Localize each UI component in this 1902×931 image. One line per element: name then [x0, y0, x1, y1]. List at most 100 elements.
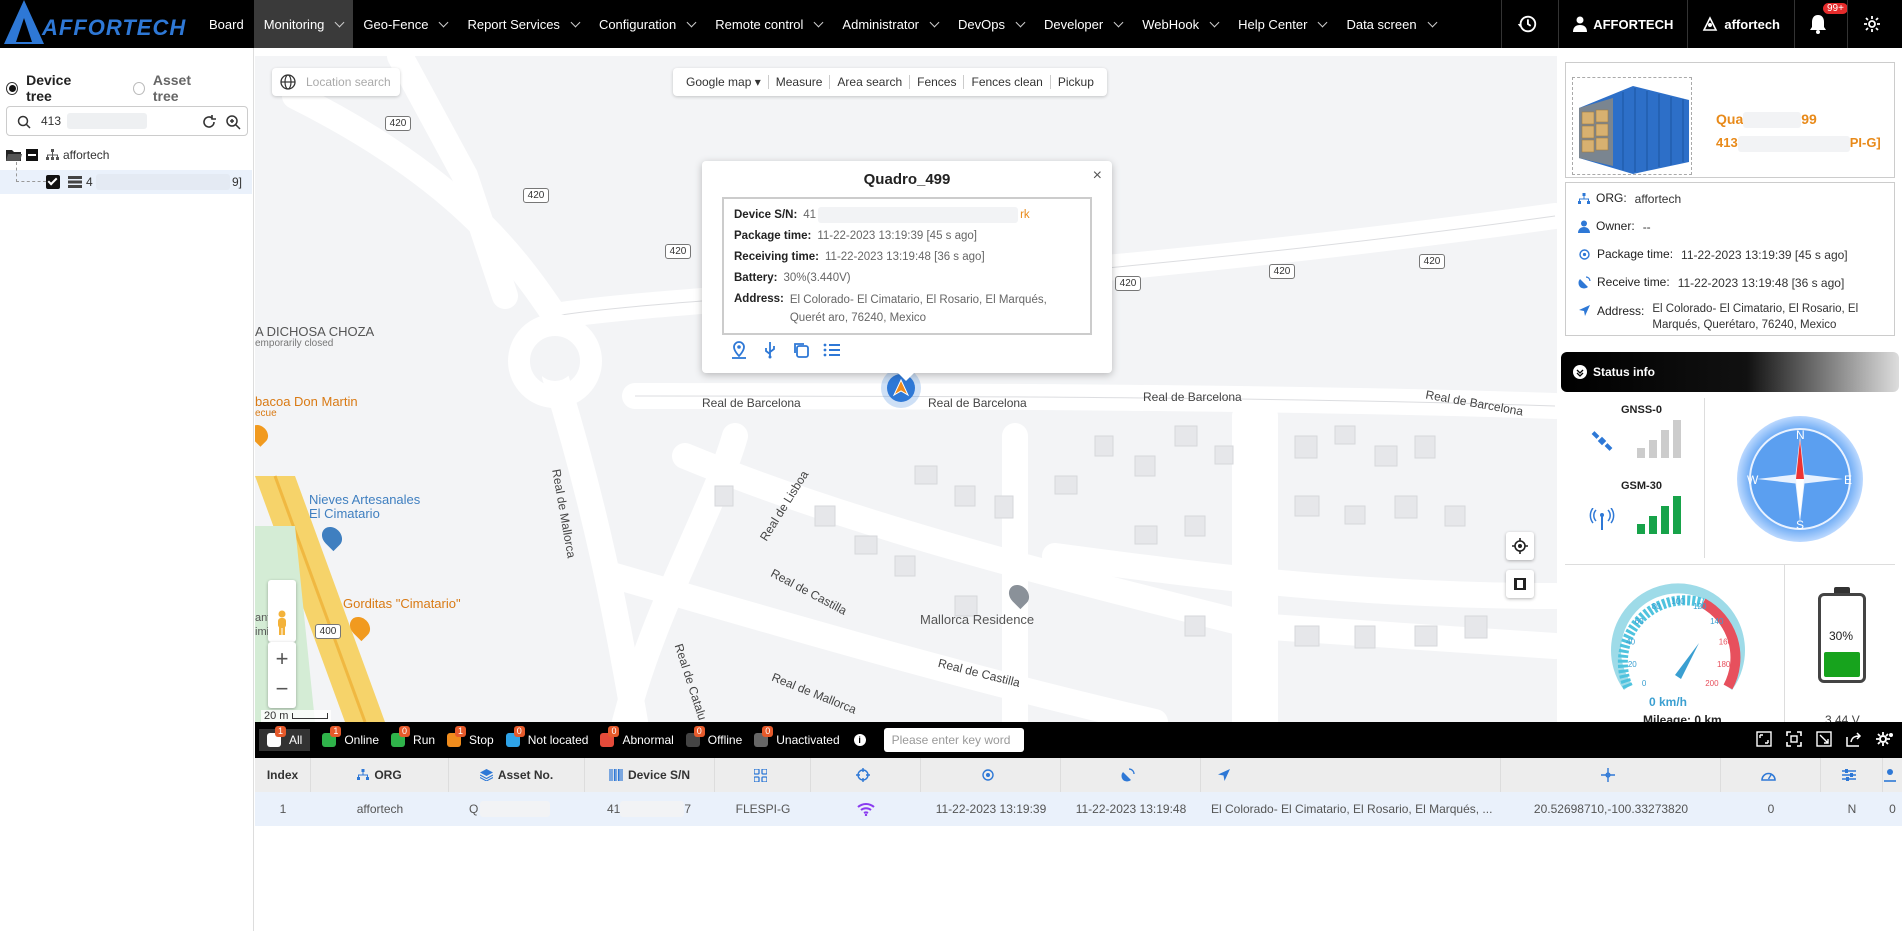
usb-command-icon[interactable]: [761, 341, 779, 362]
filter-offline[interactable]: 0 Offline: [685, 726, 742, 747]
history-button[interactable]: [1501, 0, 1558, 48]
map-toolbar: Google map ▾ Measure Area search Fences …: [673, 68, 1107, 96]
tree-node-device[interactable]: 4 9]: [0, 162, 252, 194]
nav-item-configuration[interactable]: Configuration: [589, 0, 705, 48]
fullscreen-icon[interactable]: [1786, 731, 1802, 750]
th-address[interactable]: [1201, 758, 1501, 792]
poi-sublabel: ecue: [255, 408, 277, 419]
device-tree-radio[interactable]: [6, 81, 19, 95]
nav-item-board[interactable]: Board: [199, 0, 254, 48]
tree-node-root[interactable]: affortech: [6, 148, 109, 162]
cell-index: 1: [279, 802, 287, 816]
pickup-tool[interactable]: Pickup: [1051, 75, 1101, 89]
area-search-tool[interactable]: Area search: [830, 75, 911, 89]
zoom-controls: + −: [268, 642, 296, 708]
tree-search-input[interactable]: 413: [6, 106, 248, 136]
compass-east: E: [1844, 473, 1853, 487]
collapse-icon[interactable]: [1816, 731, 1832, 750]
user-org-menu[interactable]: AFFORTECH: [1558, 0, 1687, 48]
owner-user-icon: [1578, 220, 1590, 233]
settings-button[interactable]: [1847, 0, 1902, 48]
th-coordinates[interactable]: [1501, 758, 1721, 792]
filter-count: 1: [330, 726, 342, 737]
nav-right-area: AFFORTECH affortech 99+: [1501, 0, 1902, 48]
chevron-down-icon: [334, 17, 345, 27]
th-receive-time[interactable]: [1061, 758, 1201, 792]
list-details-icon[interactable]: [823, 341, 841, 362]
nav-item-webhook[interactable]: WebHook: [1132, 0, 1228, 48]
zoom-search-icon[interactable]: [225, 114, 241, 130]
fences-clean-tool[interactable]: Fences clean: [964, 75, 1051, 89]
th-package-time[interactable]: [921, 758, 1061, 792]
export-icon[interactable]: [1846, 731, 1862, 750]
nav-item-geo-fence[interactable]: Geo-Fence: [353, 0, 457, 48]
nav-item-help-center[interactable]: Help Center: [1228, 0, 1336, 48]
copy-icon[interactable]: [792, 341, 810, 362]
asset-tree-label[interactable]: Asset tree: [153, 72, 215, 104]
refresh-icon[interactable]: [201, 114, 217, 130]
th-direction[interactable]: [1821, 758, 1883, 792]
column-settings-gear-icon[interactable]: [1876, 731, 1894, 750]
cell-device-sn[interactable]: 41 7: [585, 792, 715, 826]
nav-item-data-screen[interactable]: Data screen: [1336, 0, 1445, 48]
zoom-out-button[interactable]: −: [268, 675, 296, 708]
asset-tree-radio[interactable]: [132, 81, 145, 95]
status-info-header[interactable]: Status info: [1561, 352, 1899, 392]
chevron-down-icon: [1318, 17, 1328, 27]
route-shield: 400: [315, 624, 341, 639]
nav-item-monitoring[interactable]: Monitoring: [253, 0, 354, 48]
brand-logo[interactable]: AFFORTECH: [0, 0, 200, 48]
redacted-text: [67, 113, 148, 129]
notifications-button[interactable]: 99+: [1794, 0, 1848, 48]
filter-label: Not located: [527, 733, 589, 747]
map-type-select[interactable]: Google map ▾: [679, 75, 769, 89]
device-tree-label[interactable]: Device tree: [26, 72, 95, 104]
th-org[interactable]: ORG: [311, 758, 449, 792]
device-checkbox[interactable]: [46, 175, 60, 189]
map-view[interactable]: 420 420 420 420 420 420 400 Real de Barc…: [255, 56, 1557, 722]
filter-run[interactable]: 0 Run: [391, 726, 435, 747]
cell-asset-no[interactable]: Q: [449, 792, 585, 826]
measure-tool[interactable]: Measure: [769, 75, 831, 89]
th-asset-no[interactable]: Asset No.: [449, 758, 585, 792]
th-device-sn[interactable]: Device S/N: [585, 758, 715, 792]
th-more[interactable]: [1883, 758, 1902, 792]
filter-stop[interactable]: 1 Stop: [447, 726, 494, 747]
zoom-in-button[interactable]: +: [268, 642, 296, 675]
brand-name: AFFORTECH: [42, 15, 187, 40]
table-row[interactable]: 1 affortech Q 41 7 FLESPI-G 11-22-2023 13…: [255, 792, 1902, 826]
th-protocol[interactable]: [715, 758, 811, 792]
th-online-status[interactable]: [811, 758, 921, 792]
filter-unactivated[interactable]: 0 Unactivated: [754, 726, 840, 747]
map-layer-button[interactable]: [1506, 570, 1534, 598]
compass-west: W: [1747, 473, 1759, 487]
popup-close-button[interactable]: ×: [1093, 167, 1102, 185]
user-org-label: AFFORTECH: [1593, 16, 1674, 32]
filter-not-located[interactable]: 0 Not located: [505, 726, 589, 747]
asset-image[interactable]: [1572, 77, 1692, 175]
street-view-pegman-icon[interactable]: [268, 580, 296, 642]
speed-tick-label: 100: [1671, 597, 1685, 606]
filter-all[interactable]: 1 All: [259, 726, 311, 751]
nav-item-report-services[interactable]: Report Services: [457, 0, 588, 48]
nav-item-remote-control[interactable]: Remote control: [705, 0, 832, 48]
locate-pin-icon[interactable]: [730, 341, 748, 362]
filter-abnormal[interactable]: 0 Abnormal: [600, 726, 674, 747]
collapse-toggle-icon[interactable]: [26, 149, 38, 161]
status-color-icon: 0: [505, 726, 525, 747]
info-icon[interactable]: i: [853, 734, 866, 746]
filter-online[interactable]: 1 Online: [322, 726, 379, 747]
th-speed[interactable]: [1721, 758, 1821, 792]
nav-item-administrator[interactable]: Administrator: [832, 0, 948, 48]
keyword-search-input[interactable]: Please enter key word: [883, 728, 1024, 752]
poi-label: Mallorca Residence: [920, 612, 1035, 627]
nav-item-developer[interactable]: Developer: [1034, 0, 1132, 48]
tree-root-label: affortech: [63, 148, 110, 162]
location-search-input[interactable]: Location search: [272, 68, 400, 96]
th-index[interactable]: Index: [255, 758, 311, 792]
fit-view-icon[interactable]: [1756, 731, 1772, 750]
user-account-menu[interactable]: affortech: [1687, 0, 1794, 48]
nav-item-devops[interactable]: DevOps: [948, 0, 1034, 48]
my-location-button[interactable]: [1506, 532, 1534, 560]
fences-tool[interactable]: Fences: [910, 75, 965, 89]
